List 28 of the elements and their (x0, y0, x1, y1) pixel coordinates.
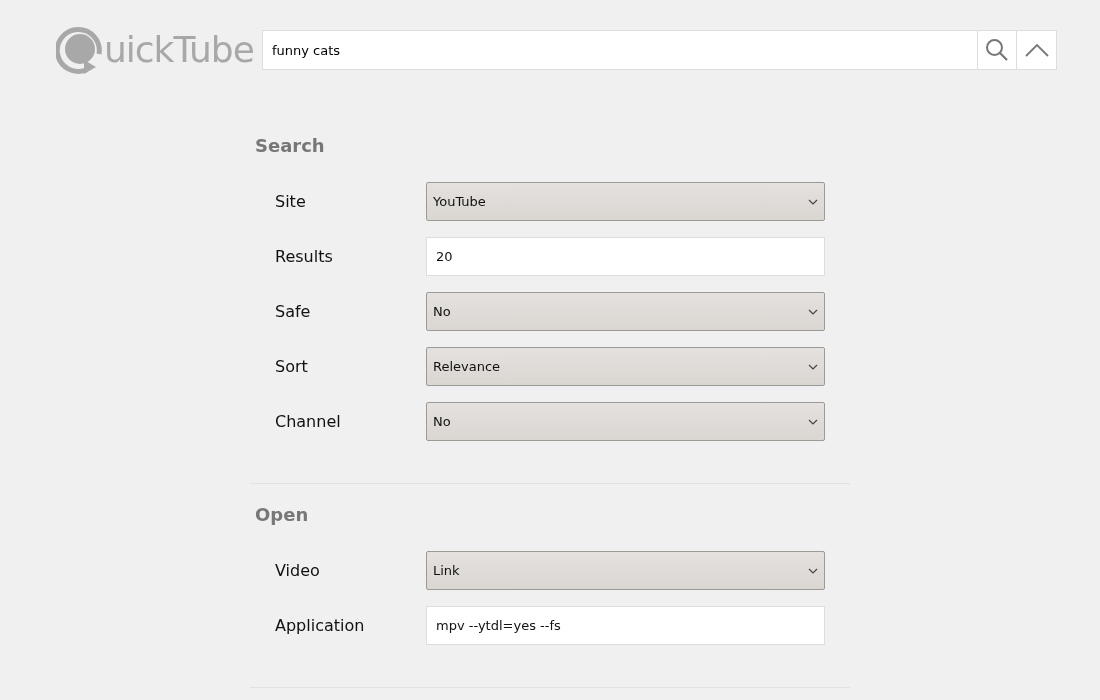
chevron-down-icon (808, 308, 818, 315)
chevron-up-icon (1024, 43, 1049, 57)
dropdown[interactable]: No (426, 292, 825, 331)
collapse-button[interactable] (1017, 30, 1057, 70)
search-field[interactable]: funny cats (262, 30, 977, 70)
chevron-down-icon (808, 418, 818, 425)
logo-text: uickTube (104, 32, 254, 68)
field-label: Results (275, 247, 334, 266)
play-circle-logo-icon (56, 24, 104, 76)
search-button[interactable] (977, 30, 1017, 70)
input-field[interactable]: mpv --ytdl=yes --fs (426, 606, 825, 645)
field-label: Application (275, 616, 366, 635)
section-heading: Open (255, 504, 310, 525)
input-field[interactable]: 20 (426, 237, 825, 276)
dropdown[interactable]: YouTube (426, 182, 825, 221)
dropdown[interactable]: No (426, 402, 825, 441)
chevron-down-icon (808, 567, 818, 574)
dropdown[interactable]: Relevance (426, 347, 825, 386)
section-heading: Search (255, 135, 326, 156)
chevron-down-icon (808, 198, 818, 205)
field-label: Sort (275, 357, 309, 376)
chevron-down-icon (808, 363, 818, 370)
field-label: Video (275, 561, 321, 580)
search-icon (985, 38, 1009, 62)
field-label: Site (275, 192, 307, 211)
field-label: Safe (275, 302, 312, 321)
dropdown[interactable]: Link (426, 551, 825, 590)
field-label: Channel (275, 412, 342, 431)
